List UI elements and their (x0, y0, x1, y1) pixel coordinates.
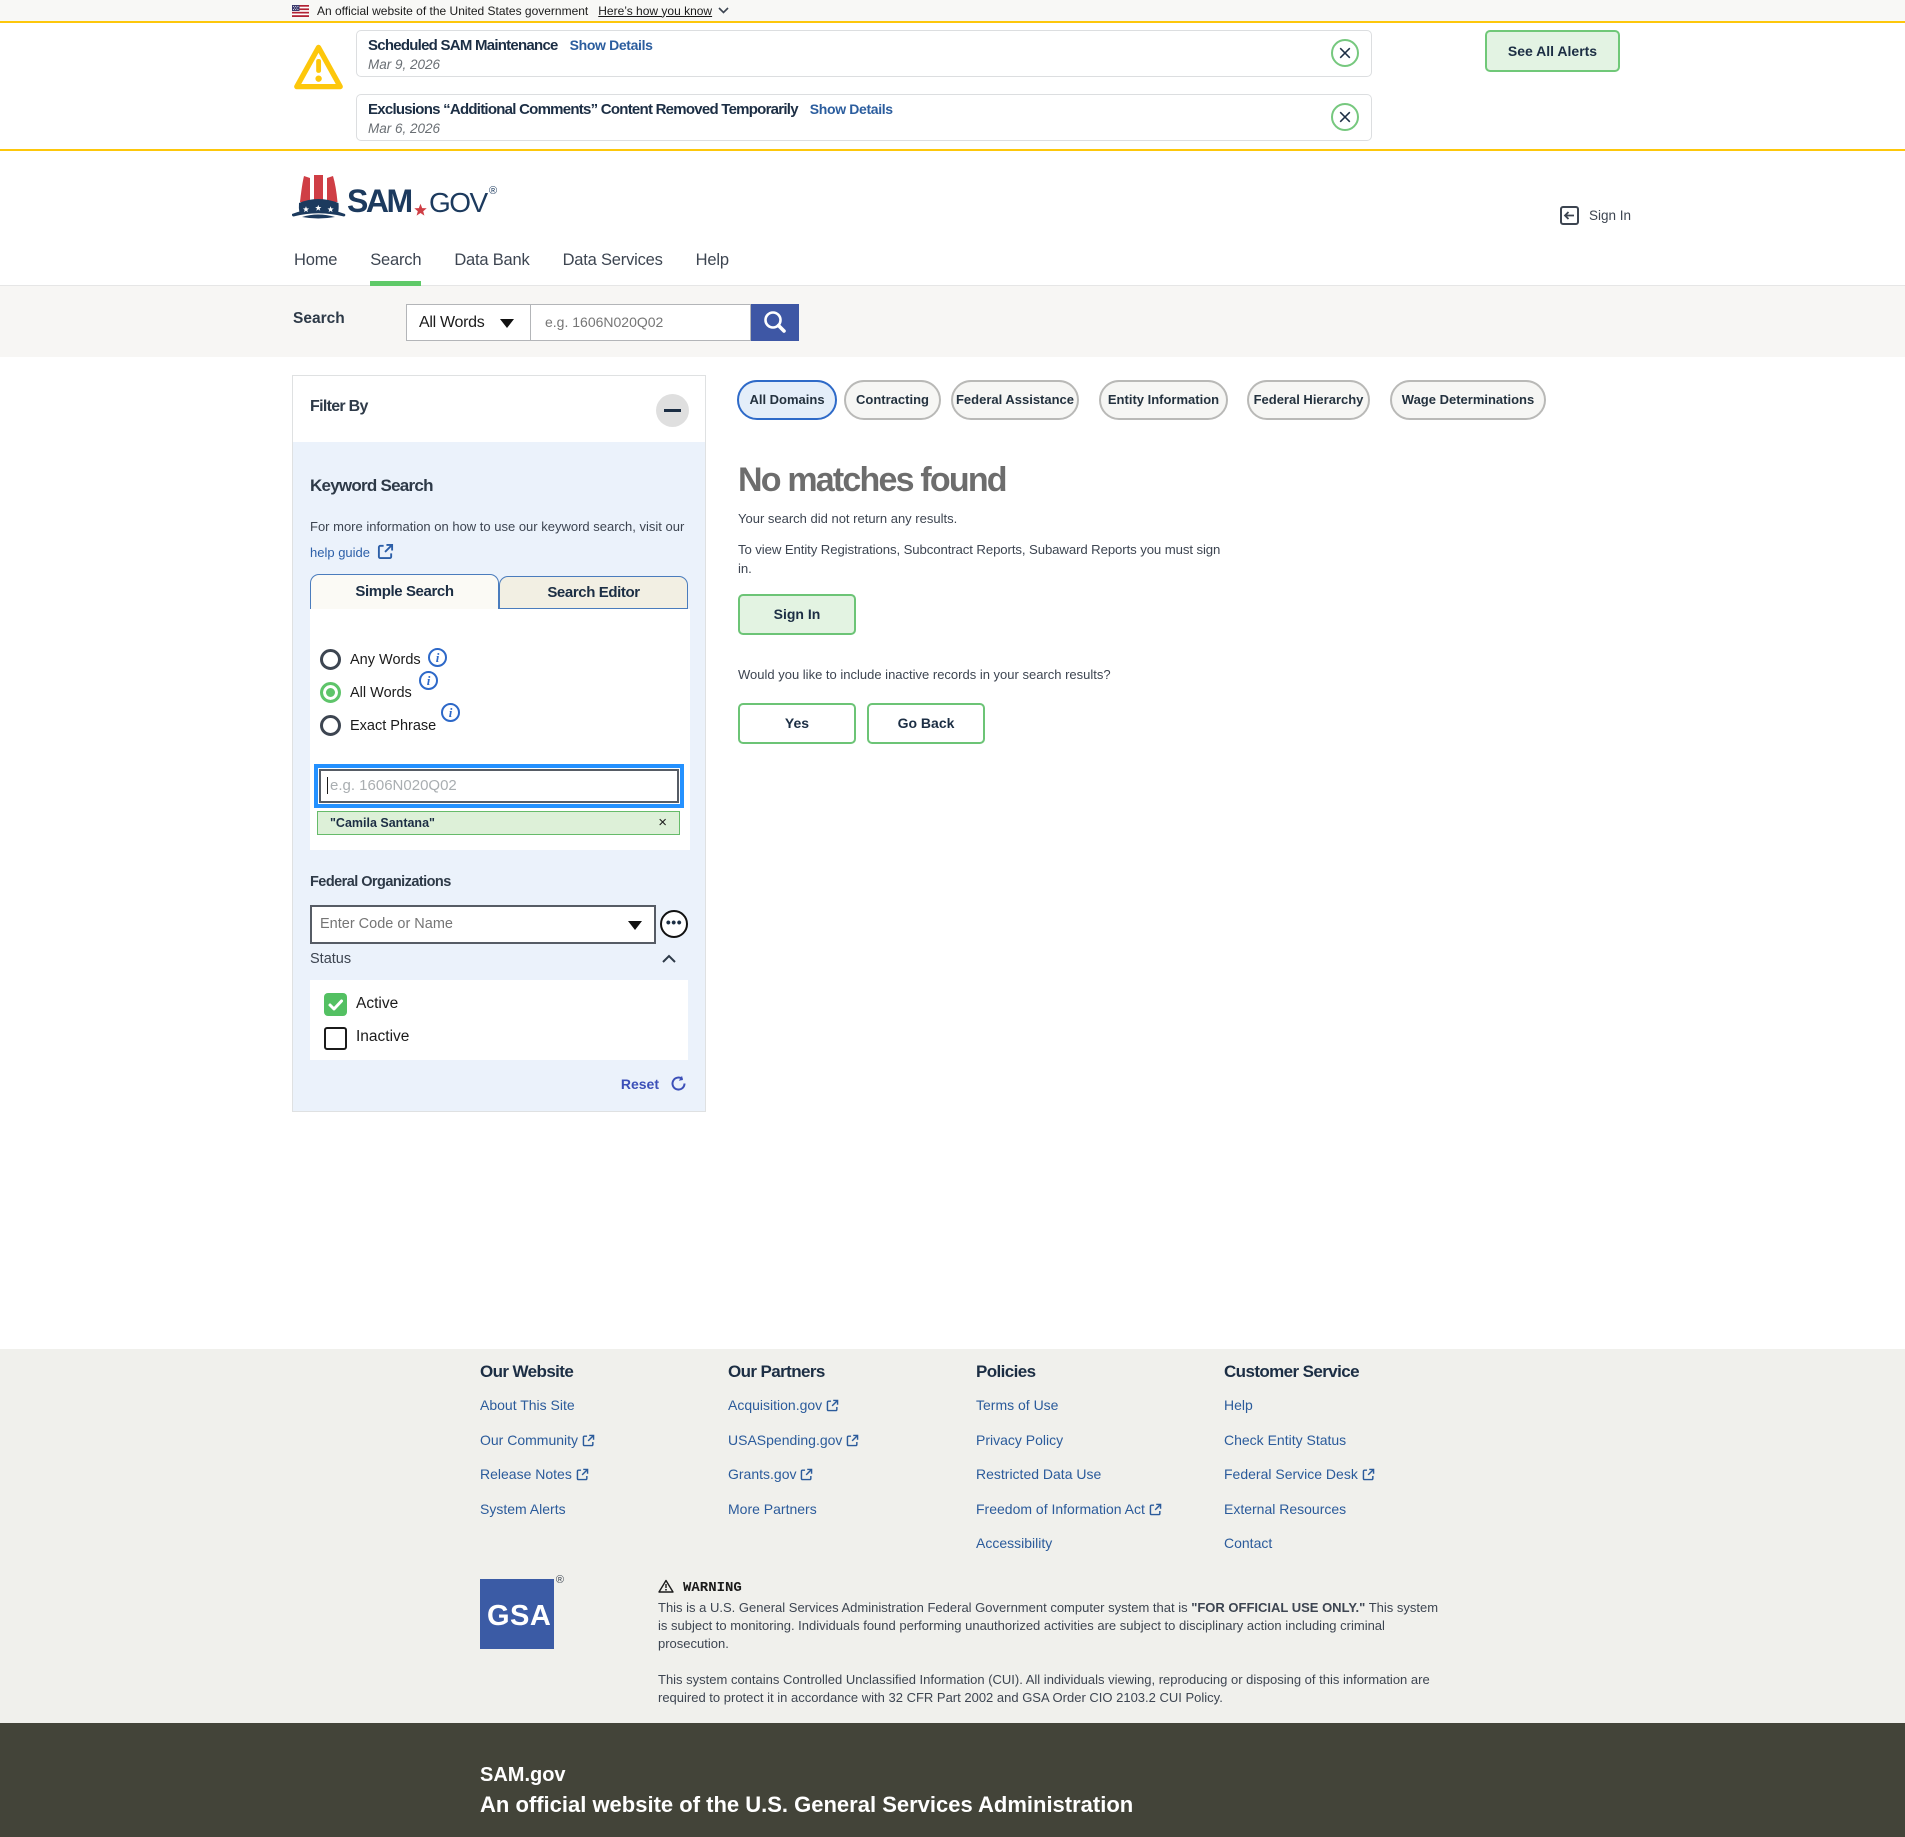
svg-text:GOV: GOV (429, 187, 489, 218)
svg-text:®: ® (489, 185, 497, 197)
svg-text:SAM: SAM (347, 183, 411, 219)
